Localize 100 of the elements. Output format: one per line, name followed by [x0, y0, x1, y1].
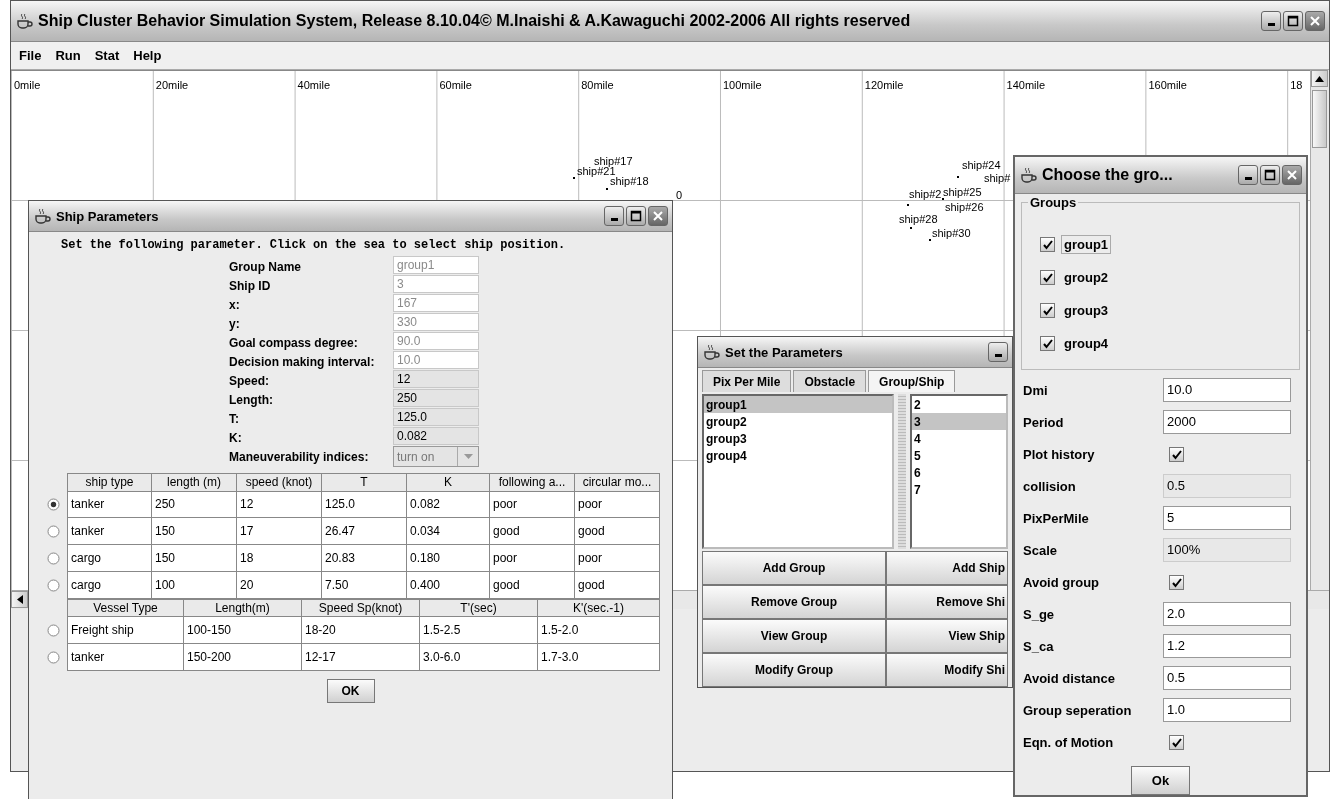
input-field[interactable]: 250: [393, 389, 479, 407]
ship-label: ship#2: [909, 188, 942, 200]
list-item[interactable]: 2: [912, 396, 1006, 413]
action-button[interactable]: Remove Shi: [886, 585, 1008, 619]
up-arrow-icon[interactable]: [1315, 75, 1324, 82]
table-cell: 18-20: [301, 617, 420, 644]
list-item[interactable]: group3: [704, 430, 892, 447]
maximize-button[interactable]: [1283, 11, 1303, 31]
column-header[interactable]: following a...: [489, 473, 575, 492]
column-header[interactable]: T'(sec): [419, 599, 538, 617]
action-button[interactable]: View Group: [702, 619, 886, 653]
column-header[interactable]: speed (knot): [236, 473, 322, 492]
minimize-button[interactable]: [1238, 165, 1258, 185]
input-field[interactable]: 0.5: [1163, 666, 1291, 690]
list-item[interactable]: 4: [912, 430, 1006, 447]
maximize-button[interactable]: [626, 206, 646, 226]
input-field[interactable]: 0.082: [393, 427, 479, 445]
checkbox-label[interactable]: group1: [1061, 235, 1112, 254]
input-field[interactable]: 100%: [1163, 538, 1291, 562]
table-cell: good: [489, 517, 575, 545]
minimize-button[interactable]: [988, 342, 1008, 362]
column-header[interactable]: T: [321, 473, 407, 492]
input-field[interactable]: 1.2: [1163, 634, 1291, 658]
checkbox[interactable]: [1040, 237, 1055, 252]
minimize-button[interactable]: [1261, 11, 1281, 31]
radio-button[interactable]: [46, 624, 60, 637]
setting-label: Plot history: [1023, 446, 1096, 462]
column-header[interactable]: Vessel Type: [67, 599, 184, 617]
ok-button[interactable]: Ok: [1130, 766, 1191, 795]
list-item[interactable]: 3: [912, 413, 1006, 430]
radio-button[interactable]: [46, 525, 60, 538]
ship-marker: [606, 188, 608, 190]
setting-label: S_ca: [1023, 638, 1055, 654]
distance-label: 0mile: [14, 79, 41, 91]
action-button[interactable]: Modify Group: [702, 653, 886, 687]
input-field[interactable]: 2000: [1163, 410, 1291, 434]
checkbox[interactable]: [1169, 446, 1184, 462]
minimize-button[interactable]: [604, 206, 624, 226]
input-field[interactable]: 5: [1163, 506, 1291, 530]
list-item[interactable]: group4: [704, 447, 892, 464]
close-button[interactable]: [1282, 165, 1302, 185]
radio-button[interactable]: [46, 651, 60, 664]
maximize-button[interactable]: [1260, 165, 1280, 185]
column-header[interactable]: Speed Sp(knot): [301, 599, 420, 617]
action-button[interactable]: Add Ship: [886, 551, 1008, 585]
menu-item[interactable]: File: [19, 48, 42, 63]
input-field[interactable]: 125.0: [393, 408, 479, 426]
ship-list[interactable]: 2 3 4 5 6 7: [910, 394, 1008, 549]
scroll-thumb[interactable]: [1312, 90, 1327, 148]
input-field[interactable]: 0.5: [1163, 474, 1291, 498]
input-field[interactable]: 12: [393, 370, 479, 388]
column-header[interactable]: circular mo...: [574, 473, 660, 492]
action-button[interactable]: Modify Shi: [886, 653, 1008, 687]
close-button[interactable]: [648, 206, 668, 226]
list-item[interactable]: 5: [912, 447, 1006, 464]
list-item[interactable]: group2: [704, 413, 892, 430]
splitter-handle[interactable]: [898, 394, 906, 549]
tab[interactable]: Obstacle: [793, 370, 867, 392]
tab[interactable]: Group/Ship: [868, 370, 956, 392]
list-item[interactable]: 7: [912, 481, 1006, 498]
column-header[interactable]: length (m): [151, 473, 237, 492]
list-item[interactable]: 6: [912, 464, 1006, 481]
checkbox-label[interactable]: group3: [1061, 301, 1112, 320]
menu-item[interactable]: Stat: [94, 48, 120, 63]
checkbox[interactable]: [1169, 574, 1184, 590]
radio-button[interactable]: [46, 579, 60, 592]
left-arrow-icon[interactable]: [16, 595, 23, 604]
window-title: Ship Parameters: [56, 208, 160, 224]
checkbox[interactable]: [1040, 336, 1055, 351]
ok-button[interactable]: OK: [326, 679, 375, 703]
table-cell: 0.180: [406, 544, 490, 572]
checkbox-label[interactable]: group2: [1061, 268, 1112, 287]
action-button[interactable]: View Ship: [886, 619, 1008, 653]
radio-button[interactable]: [46, 498, 60, 511]
column-header[interactable]: K'(sec.-1): [537, 599, 660, 617]
list-item[interactable]: group1: [704, 396, 892, 413]
table-cell: 1.7-3.0: [537, 643, 660, 671]
action-button[interactable]: Add Group: [702, 551, 886, 585]
tab[interactable]: Pix Per Mile: [702, 370, 792, 392]
checkbox[interactable]: [1169, 734, 1184, 750]
dropdown-arrow-icon: [463, 454, 473, 459]
checkbox[interactable]: [1040, 270, 1055, 285]
vertical-scrollbar[interactable]: [1310, 70, 1329, 590]
close-button[interactable]: [1305, 11, 1325, 31]
radio-button[interactable]: [46, 552, 60, 565]
action-button[interactable]: Remove Group: [702, 585, 886, 619]
ship-label: ship#24: [962, 159, 1001, 171]
menu-item[interactable]: Help: [133, 48, 162, 63]
window-title: Ship Cluster Behavior Simulation System, Release 8.10.04© M.Inaishi & A.Kawaguchi 2002-2006 All rights reserved: [38, 12, 912, 30]
group-list[interactable]: group1 group2 group3 group4: [702, 394, 894, 549]
column-header[interactable]: Length(m): [183, 599, 302, 617]
field-label: Decision making interval:: [229, 355, 376, 369]
column-header[interactable]: ship type: [67, 473, 152, 492]
input-field[interactable]: 2.0: [1163, 602, 1291, 626]
menu-item[interactable]: Run: [55, 48, 81, 63]
input-field[interactable]: 1.0: [1163, 698, 1291, 722]
input-field[interactable]: 10.0: [1163, 378, 1291, 402]
column-header[interactable]: K: [406, 473, 490, 492]
checkbox-label[interactable]: group4: [1061, 334, 1112, 353]
checkbox[interactable]: [1040, 303, 1055, 318]
